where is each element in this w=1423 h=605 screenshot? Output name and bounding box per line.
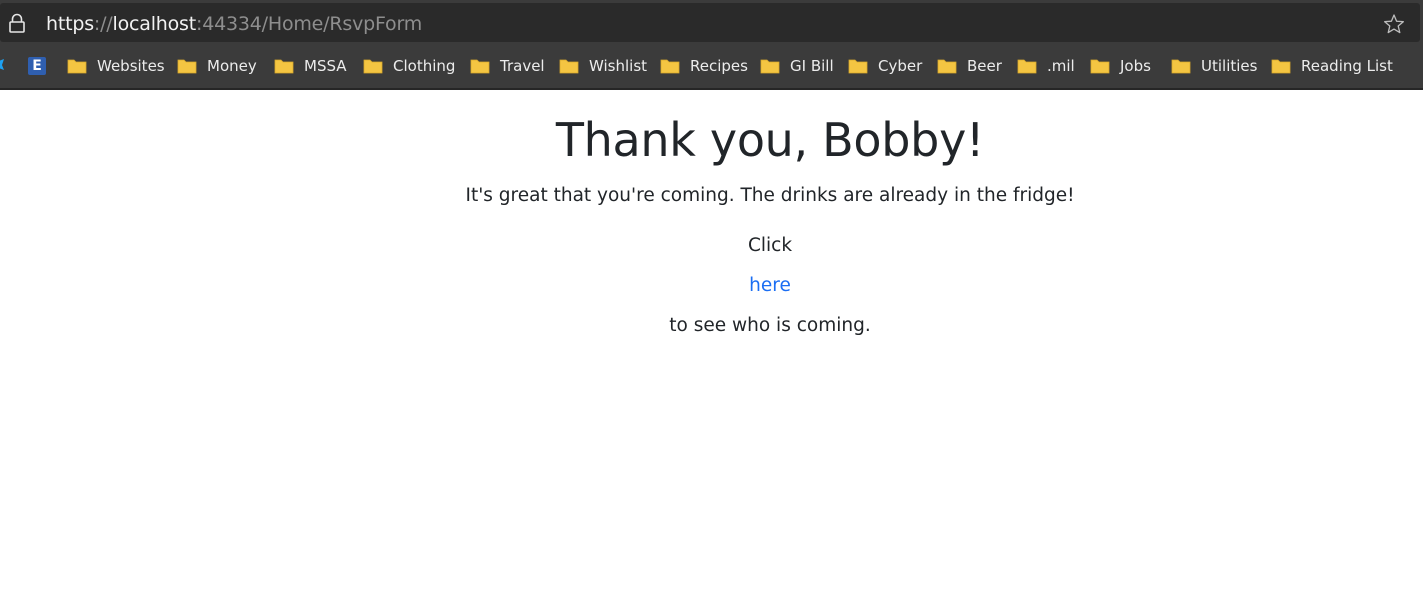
bookmark-label: Clothing — [393, 57, 456, 75]
bookmark-label: Cyber — [878, 57, 923, 75]
click-text: Click — [747, 235, 793, 256]
folder-icon — [760, 59, 780, 74]
url-text[interactable]: https://localhost:44334/Home/RsvpForm — [46, 12, 422, 36]
bookmark-label: Jobs — [1120, 57, 1151, 75]
page-title: Thank you, Bobby! — [555, 113, 985, 167]
bookmark-folder-recipes[interactable]: Recipes — [660, 54, 748, 78]
folder-icon — [363, 59, 383, 74]
folder-icon — [1271, 59, 1291, 74]
bookmark-folder-money[interactable]: Money — [177, 54, 257, 78]
page-content: Thank you, Bobby! It's great that you're… — [0, 90, 1423, 605]
url-scheme: https — [46, 13, 94, 35]
folder-icon — [470, 59, 490, 74]
folder-icon — [177, 59, 197, 74]
bookmark-folder-beer[interactable]: Beer — [937, 54, 1002, 78]
folder-icon — [1090, 59, 1110, 74]
bookmark-label: .mil — [1047, 57, 1075, 75]
bookmark-folder-clothing[interactable]: Clothing — [363, 54, 455, 78]
see-who-text: to see who is coming. — [669, 315, 871, 336]
url-path: :44334/Home/RsvpForm — [196, 13, 423, 35]
folder-icon — [274, 59, 294, 74]
bookmark-folder-mssa[interactable]: MSSA — [274, 54, 347, 78]
bookmark-folder-cyber[interactable]: Cyber — [848, 54, 922, 78]
folder-icon — [67, 59, 87, 74]
bookmark-label: Money — [207, 57, 257, 75]
star-outline-icon[interactable] — [1383, 13, 1405, 35]
folder-icon — [848, 59, 868, 74]
url-separator: :// — [93, 13, 113, 35]
bookmark-folder-gi-bill[interactable]: GI Bill — [760, 54, 834, 78]
bookmark-folder-utilities[interactable]: Utilities — [1171, 54, 1257, 78]
folder-icon — [660, 59, 680, 74]
browser-chrome: https://localhost:44334/Home/RsvpForm E … — [0, 0, 1423, 90]
bookmark-label: Utilities — [1201, 57, 1258, 75]
bird-icon[interactable] — [0, 58, 6, 72]
folder-icon — [559, 59, 579, 74]
lock-icon[interactable] — [8, 13, 26, 33]
folder-icon — [1171, 59, 1191, 74]
bookmark-label: Websites — [97, 57, 165, 75]
confirmation-message: It's great that you're coming. The drink… — [465, 185, 1075, 206]
folder-icon — [1017, 59, 1037, 74]
bookmark-folder-reading-list[interactable]: Reading List — [1271, 54, 1393, 78]
link-row: here — [0, 274, 1423, 298]
bookmark-label: Recipes — [690, 57, 748, 75]
bookmark-folder-mil[interactable]: .mil — [1017, 54, 1075, 78]
bookmarks-bar: E Websites Money MSSA Clothing Travel Wi… — [0, 42, 1423, 88]
bookmark-folder-wishlist[interactable]: Wishlist — [559, 54, 647, 78]
folder-icon — [937, 59, 957, 74]
bookmark-label: Wishlist — [589, 57, 648, 75]
bookmark-label: MSSA — [304, 57, 347, 75]
see-attendees-link[interactable]: here — [749, 275, 791, 296]
bookmark-folder-websites[interactable]: Websites — [67, 54, 165, 78]
bookmark-label: GI Bill — [790, 57, 834, 75]
ebay-bookmark-icon[interactable]: E — [28, 57, 46, 75]
bookmark-label: Reading List — [1301, 57, 1393, 75]
bookmark-folder-travel[interactable]: Travel — [470, 54, 545, 78]
bookmark-folder-jobs[interactable]: Jobs — [1090, 54, 1151, 78]
bookmark-label: Travel — [500, 57, 545, 75]
address-bar[interactable]: https://localhost:44334/Home/RsvpForm — [0, 3, 1420, 42]
url-host: localhost — [112, 13, 197, 35]
bookmark-label: Beer — [967, 57, 1002, 75]
